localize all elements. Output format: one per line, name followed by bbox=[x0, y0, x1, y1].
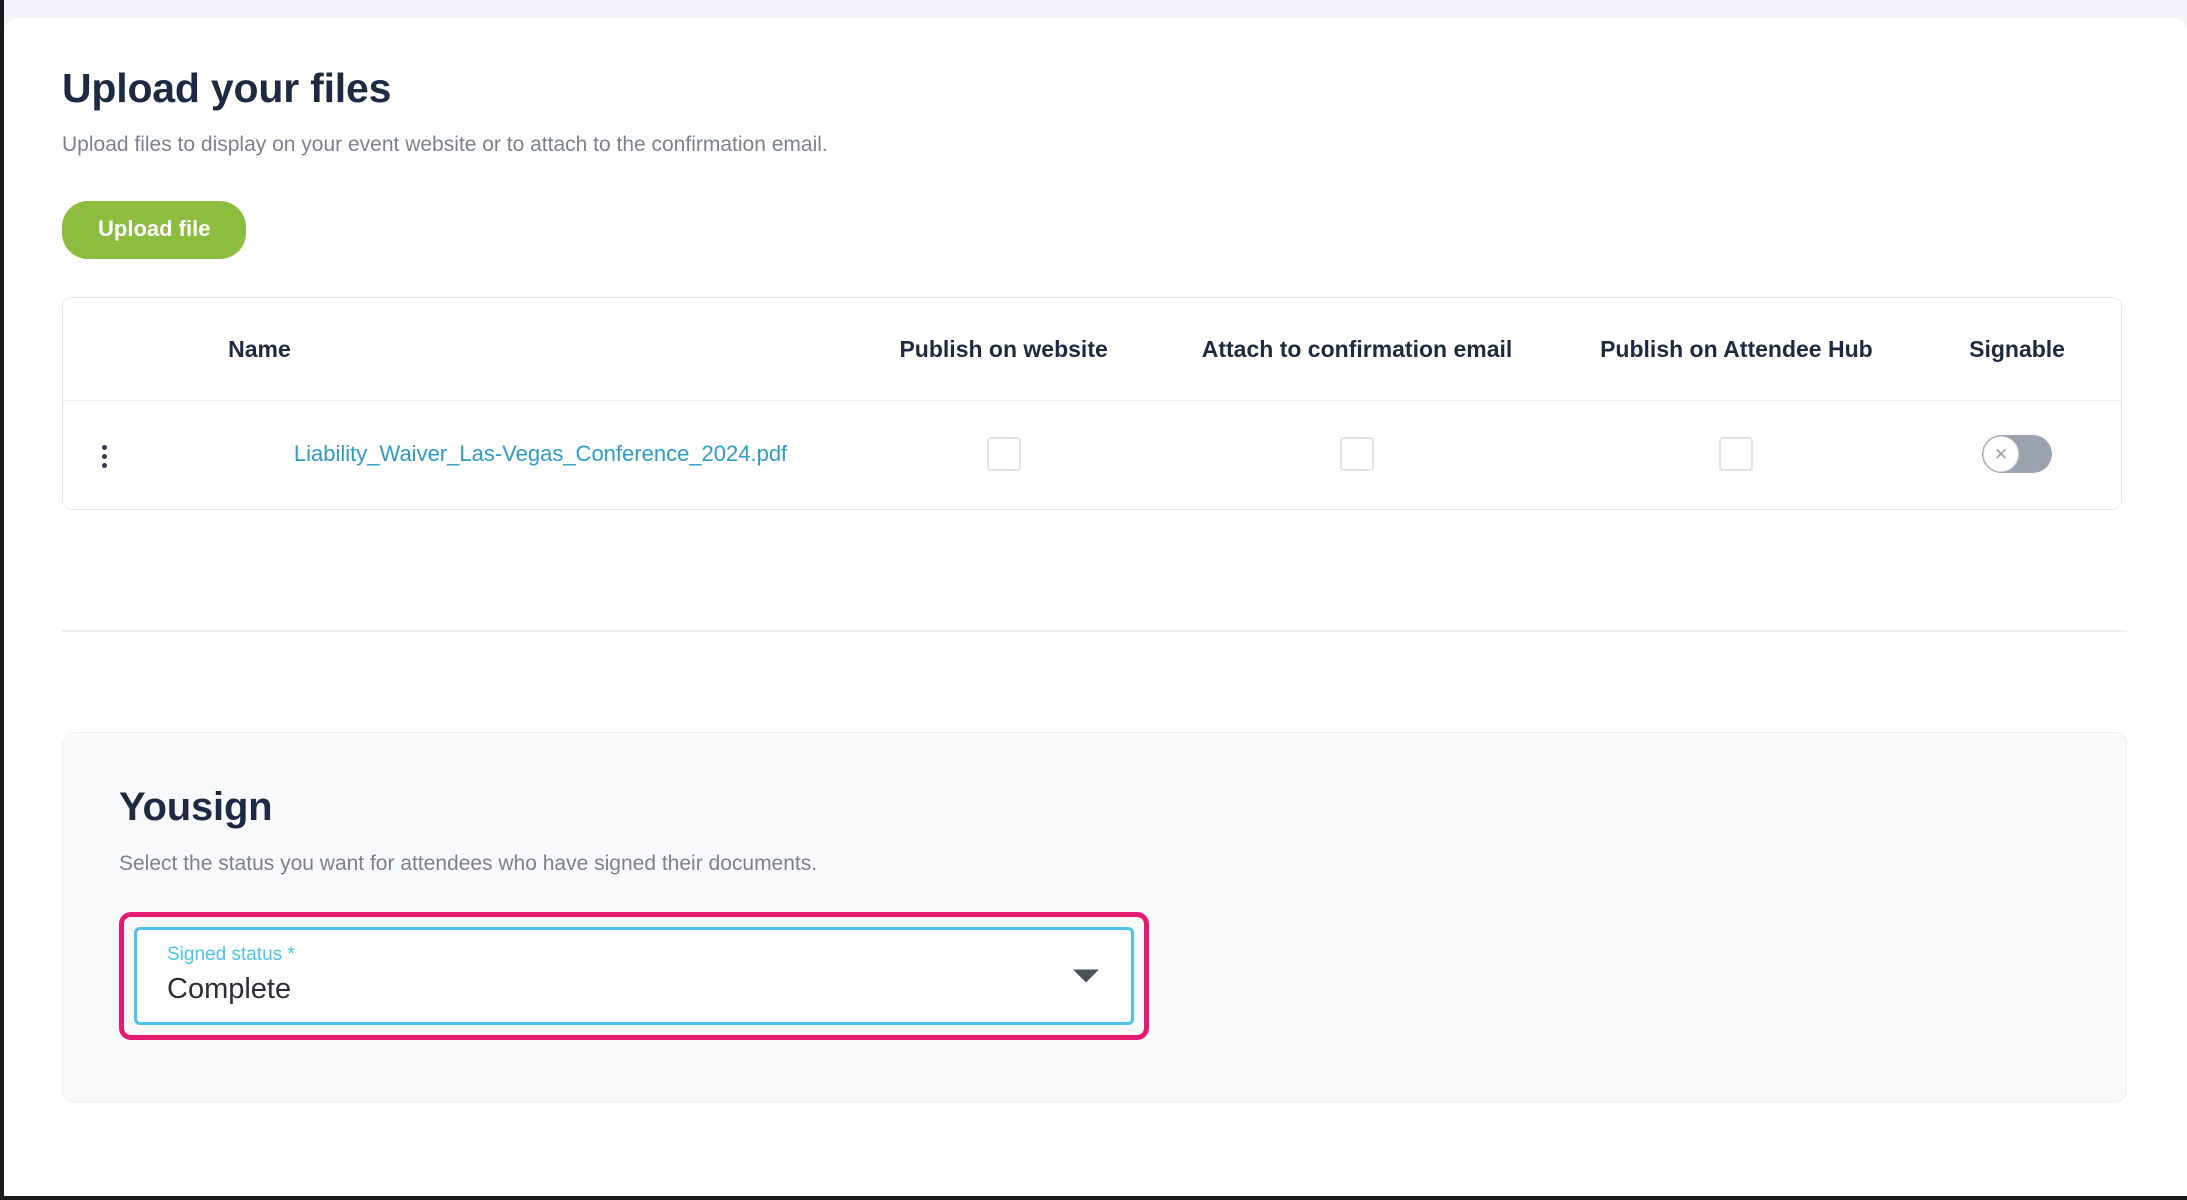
yousign-section: Yousign Select the status you want for a… bbox=[4, 632, 2187, 1103]
column-header-attach-email: Attach to confirmation email bbox=[1154, 298, 1560, 402]
attach-email-checkbox[interactable] bbox=[1340, 437, 1375, 472]
row-actions-cell bbox=[63, 401, 146, 510]
toggle-off-icon: ✕ bbox=[1983, 436, 2020, 473]
publish-hub-checkbox[interactable] bbox=[1719, 437, 1754, 472]
yousign-title: Yousign bbox=[119, 785, 273, 830]
column-header-signable: Signable bbox=[1913, 298, 2121, 402]
page-subtitle: Upload files to display on your event we… bbox=[62, 133, 828, 157]
table-row: Liability_Waiver_Las-Vegas_Conference_20… bbox=[63, 401, 2121, 510]
upload-files-section: Upload your files Upload files to displa… bbox=[4, 18, 2187, 633]
page-content: Upload your files Upload files to displa… bbox=[4, 18, 2187, 1196]
table-header-row: Name Publish on website Attach to confir… bbox=[63, 298, 2121, 402]
file-name-link[interactable]: Liability_Waiver_Las-Vegas_Conference_20… bbox=[146, 401, 853, 510]
files-table: Name Publish on website Attach to confir… bbox=[63, 298, 2121, 509]
column-header-actions bbox=[63, 298, 147, 402]
page-title: Upload your files bbox=[62, 65, 392, 111]
signed-status-select[interactable]: Signed status * Complete bbox=[134, 927, 1134, 1026]
publish-hub-cell bbox=[1560, 401, 1913, 510]
signed-status-highlight-box: Signed status * Complete bbox=[119, 912, 1149, 1041]
signed-status-label: Signed status * bbox=[167, 944, 295, 966]
upload-file-button[interactable]: Upload file bbox=[62, 201, 247, 260]
publish-website-cell bbox=[853, 401, 1154, 510]
column-header-publish-hub: Publish on Attendee Hub bbox=[1559, 298, 1914, 402]
signable-cell: ✕ bbox=[1913, 401, 2121, 510]
kebab-menu-icon[interactable] bbox=[92, 441, 117, 472]
yousign-panel: Yousign Select the status you want for a… bbox=[62, 732, 2127, 1103]
column-header-publish-website: Publish on website bbox=[852, 298, 1155, 402]
column-header-name: Name bbox=[146, 298, 853, 402]
yousign-description: Select the status you want for attendees… bbox=[119, 852, 818, 876]
signed-status-value: Complete bbox=[167, 973, 292, 1006]
attach-email-cell bbox=[1154, 401, 1559, 510]
app-viewport: Upload your files Upload files to displa… bbox=[0, 0, 2187, 1200]
publish-website-checkbox[interactable] bbox=[986, 437, 1021, 472]
signable-toggle[interactable]: ✕ bbox=[1982, 435, 2053, 474]
files-table-card: Name Publish on website Attach to confir… bbox=[62, 297, 2122, 511]
chevron-down-icon[interactable] bbox=[1073, 969, 1099, 983]
